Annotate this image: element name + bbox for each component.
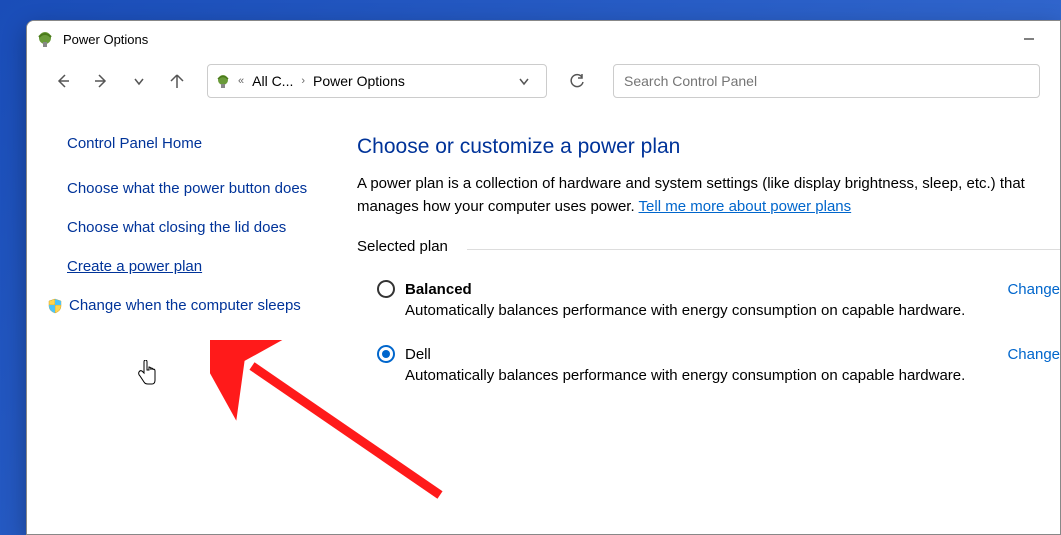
radio-balanced[interactable] (377, 280, 395, 298)
control-panel-window: Power Options « All C... › Power Options (26, 20, 1061, 535)
sidebar-link-sleep-label: Change when the computer sleeps (69, 295, 301, 316)
address-bar[interactable]: « All C... › Power Options (207, 64, 547, 98)
change-settings-balanced[interactable]: Change (1007, 281, 1060, 298)
refresh-button[interactable] (561, 65, 593, 97)
minimize-button[interactable] (1006, 23, 1052, 55)
content-area: Control Panel Home Choose what the power… (27, 105, 1060, 534)
plan-name-balanced: Balanced (405, 281, 472, 298)
learn-more-link[interactable]: Tell me more about power plans (639, 198, 852, 215)
plan-desc-balanced: Automatically balances performance with … (357, 300, 1060, 339)
app-icon (35, 29, 55, 49)
page-description: A power plan is a collection of hardware… (357, 173, 1060, 218)
breadcrumb-segment-1[interactable]: All C... (250, 73, 295, 89)
breadcrumb-dropdown-button[interactable] (508, 65, 540, 97)
search-input[interactable] (613, 64, 1040, 98)
plan-row-balanced: Balanced Change (357, 274, 1060, 300)
chevron-right-icon: › (299, 75, 307, 87)
chevron-left-icon: « (236, 75, 246, 87)
sidebar-item-sleep[interactable]: Change when the computer sleeps (47, 295, 313, 316)
sidebar-link-create-plan[interactable]: Create a power plan (67, 256, 313, 277)
change-settings-dell[interactable]: Change (1007, 346, 1060, 363)
up-button[interactable] (161, 65, 193, 97)
sidebar-link-power-button[interactable]: Choose what the power button does (67, 178, 313, 199)
sidebar-home-link[interactable]: Control Panel Home (67, 135, 313, 152)
radio-dell[interactable] (377, 345, 395, 363)
shield-icon (47, 298, 63, 314)
breadcrumb-segment-2[interactable]: Power Options (311, 73, 407, 89)
window-title: Power Options (63, 32, 148, 47)
plan-name-dell: Dell (405, 346, 431, 363)
sidebar-link-close-lid[interactable]: Choose what closing the lid does (67, 217, 313, 238)
titlebar: Power Options (27, 21, 1060, 57)
fieldset-label: Selected plan (357, 238, 458, 255)
back-button[interactable] (47, 65, 79, 97)
selected-plan-fieldset: Selected plan (357, 238, 1060, 256)
plan-row-dell: Dell Change (357, 339, 1060, 365)
plan-desc-dell: Automatically balances performance with … (357, 365, 1060, 404)
main-panel: Choose or customize a power plan A power… (337, 135, 1060, 534)
page-heading: Choose or customize a power plan (357, 135, 1060, 159)
navbar: « All C... › Power Options (27, 57, 1060, 105)
forward-button[interactable] (85, 65, 117, 97)
breadcrumb-icon (214, 72, 232, 90)
sidebar: Control Panel Home Choose what the power… (27, 135, 337, 534)
recent-locations-button[interactable] (123, 65, 155, 97)
